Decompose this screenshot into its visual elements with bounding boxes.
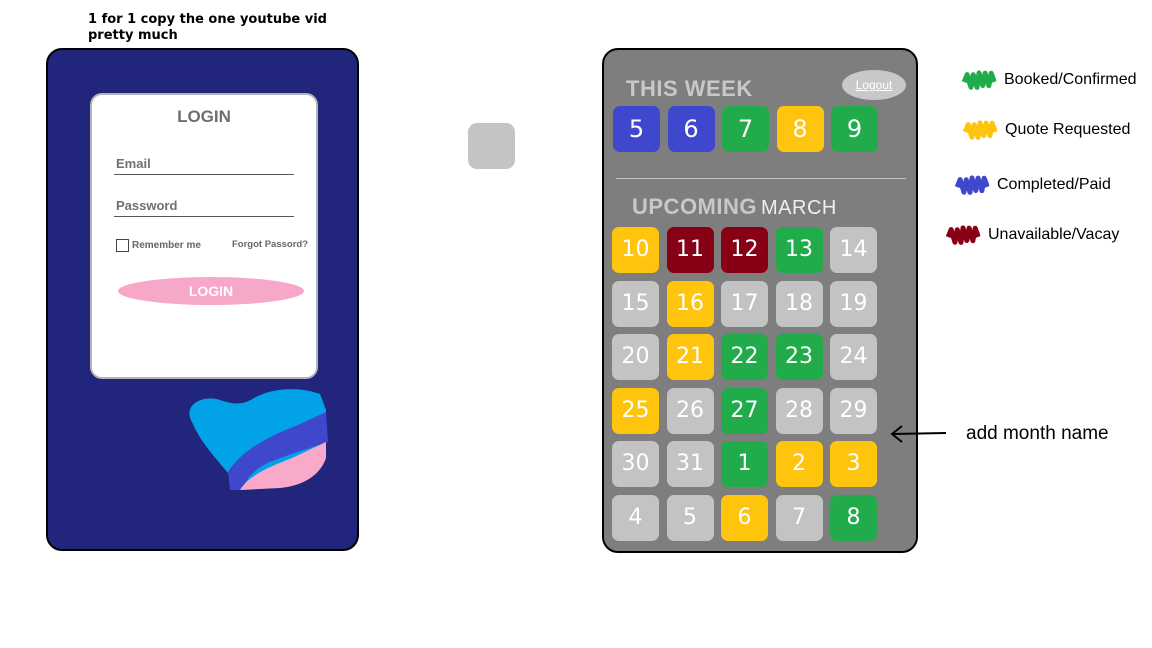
remember-me-label: Remember me [132,240,201,251]
this-week-day-6[interactable]: 6 [667,106,715,152]
upcoming-day-cell[interactable]: 14 [830,227,877,273]
legend-item: Completed/Paid [954,175,1111,195]
upcoming-day-cell[interactable]: 24 [830,334,877,381]
calendar-phone-mockup: THIS WEEK Logout 56789 UPCOMING MARCH 10 1… [602,48,918,553]
upcoming-day-cell[interactable]: 10 [612,227,659,273]
upcoming-day-cell[interactable]: 11 [666,227,714,273]
upcoming-day-cell[interactable]: 30 [612,441,659,488]
legend-label: Completed/Paid [997,176,1111,193]
upcoming-day-cell[interactable]: 17 [721,280,768,327]
upcoming-day-cell[interactable]: 18 [775,280,823,327]
upcoming-day-cell[interactable]: 3 [830,441,877,488]
upcoming-day-cell[interactable]: 16 [666,280,714,327]
this-week-heading: THIS WEEK [626,76,753,101]
legend-label: Booked/Confirmed [1004,71,1137,88]
remember-me-checkbox[interactable]: Remember me [116,239,201,252]
color-swatch-icon [961,70,997,90]
upcoming-day-cell[interactable]: 28 [775,387,823,434]
login-button[interactable]: LOGIN [118,277,304,305]
legend-label: Quote Requested [1005,121,1131,138]
upcoming-day-cell[interactable]: 7 [775,495,823,541]
upcoming-day-cell[interactable]: 15 [612,280,659,327]
divider [616,178,906,179]
upcoming-heading: UPCOMING MARCH [632,194,837,220]
color-swatch-icon [954,175,990,195]
upcoming-day-cell[interactable]: 25 [612,387,659,434]
legend-item: Unavailable/Vacay [945,225,1120,245]
email-field[interactable] [114,153,294,175]
upcoming-day-cell[interactable]: 23 [775,334,823,381]
checkbox-box[interactable] [116,239,129,252]
heart-logo-icon [189,389,328,490]
upcoming-day-cell[interactable]: 8 [830,495,877,541]
login-phone-mockup: LOGIN Remember me Forgot Passord? LOGIN [46,48,359,551]
annotation: add month name [888,423,1109,445]
month-name: MARCH [761,197,837,219]
legend-item: Quote Requested [962,120,1131,140]
this-week-day-7[interactable]: 7 [722,106,769,152]
this-week-day-8[interactable]: 8 [776,106,824,152]
forgot-password-link[interactable]: Forgot Passord? [232,239,308,250]
upcoming-day-cell[interactable]: 6 [721,495,768,541]
upcoming-day-cell[interactable]: 29 [830,387,877,434]
upcoming-day-cell[interactable]: 26 [666,387,714,434]
upcoming-day-cell[interactable]: 12 [721,227,768,273]
login-title: LOGIN [177,107,231,126]
upcoming-day-cell[interactable]: 2 [775,441,823,488]
upcoming-day-cell[interactable]: 19 [830,280,877,327]
loading-placeholder [468,123,515,169]
this-week-day-5[interactable]: 5 [613,106,660,152]
logout-button[interactable]: Logout [842,70,906,100]
upcoming-day-cell[interactable]: 5 [666,495,714,541]
upcoming-day-cell[interactable]: 20 [612,334,659,381]
upcoming-day-cell[interactable]: 1 [721,441,768,488]
login-card: LOGIN Remember me Forgot Passord? LOGIN [90,93,318,379]
color-swatch-icon [962,120,998,140]
upcoming-label: UPCOMING [632,194,757,219]
upcoming-day-cell[interactable]: 13 [775,227,823,273]
legend-label: Unavailable/Vacay [988,226,1120,243]
legend-item: Booked/Confirmed [961,70,1137,90]
upcoming-day-cell[interactable]: 22 [721,334,768,381]
annotation-text: add month name [966,423,1109,444]
password-field[interactable] [114,195,294,217]
arrow-left-icon [890,425,947,443]
color-swatch-icon [945,225,981,245]
upcoming-day-cell[interactable]: 21 [666,334,714,381]
this-week-day-9[interactable]: 9 [831,106,878,152]
upcoming-day-cell[interactable]: 4 [612,495,659,541]
upcoming-day-cell[interactable]: 27 [721,387,768,434]
upcoming-day-cell[interactable]: 31 [666,441,714,488]
design-note: 1 for 1 copy the one youtube vid pretty … [88,12,327,43]
